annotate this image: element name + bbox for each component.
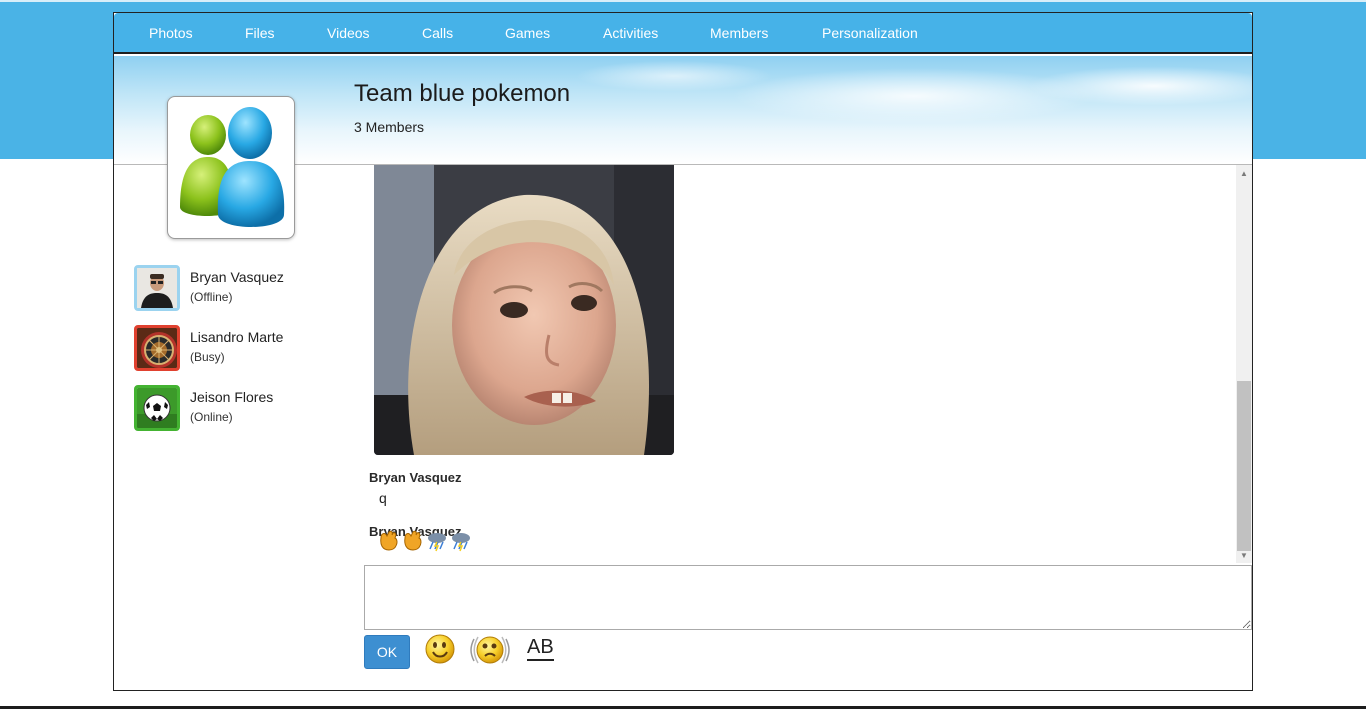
- send-ok-button[interactable]: OK: [364, 635, 410, 669]
- waving-hands-icon: [404, 530, 422, 551]
- top-edge: [0, 0, 1366, 2]
- nav-activities[interactable]: Activities: [603, 25, 658, 41]
- chat-scrollbar[interactable]: ▲ ▼: [1236, 165, 1252, 563]
- message-emoticons: [379, 530, 475, 552]
- contact-item[interactable]: Lisandro Marte (Busy): [134, 325, 354, 373]
- nav-photos[interactable]: Photos: [149, 25, 193, 41]
- scroll-thumb[interactable]: [1237, 381, 1251, 551]
- contact-name: Bryan Vasquez: [190, 269, 284, 285]
- nav-members[interactable]: Members: [710, 25, 768, 41]
- contact-name: Lisandro Marte: [190, 329, 284, 345]
- top-nav: Photos Files Videos Calls Games Activiti…: [114, 13, 1252, 54]
- soccer-ball-icon: [134, 385, 180, 431]
- nav-games[interactable]: Games: [505, 25, 550, 41]
- nav-personalization[interactable]: Personalization: [822, 25, 918, 41]
- font-style-button[interactable]: AB: [527, 636, 554, 661]
- group-avatar[interactable]: [167, 96, 295, 239]
- nav-calls[interactable]: Calls: [422, 25, 453, 41]
- nudge-button[interactable]: [470, 633, 510, 672]
- contact-item[interactable]: Bryan Vasquez (Offline): [134, 265, 354, 313]
- scroll-up-icon[interactable]: ▲: [1236, 167, 1252, 181]
- nav-videos[interactable]: Videos: [327, 25, 370, 41]
- waving-hands-icon: [380, 530, 398, 551]
- chat-history[interactable]: Bryan Vasquez q Bryan Vasquez: [364, 165, 1252, 563]
- contact-status: (Online): [190, 410, 233, 424]
- group-chat-window: Photos Files Videos Calls Games Activiti…: [113, 12, 1253, 691]
- child-photo-icon[interactable]: [374, 165, 674, 455]
- message-input[interactable]: [364, 565, 1252, 630]
- contact-name: Jeison Flores: [190, 389, 274, 405]
- roulette-icon: [134, 325, 180, 371]
- nudge-icon: [470, 636, 510, 664]
- message-text: q: [379, 490, 387, 506]
- messenger-people-icon: [180, 107, 285, 227]
- message-sender: Bryan Vasquez: [369, 470, 462, 485]
- nav-files[interactable]: Files: [245, 25, 275, 41]
- contact-status: (Busy): [190, 350, 225, 364]
- member-count[interactable]: 3 Members: [354, 119, 424, 135]
- storm-cloud-icon: [452, 533, 470, 552]
- smiley-icon: [425, 634, 455, 664]
- scroll-down-icon[interactable]: ▼: [1236, 549, 1252, 563]
- storm-cloud-icon: [428, 533, 446, 552]
- emoticon-button[interactable]: [424, 633, 456, 670]
- man-photo-icon: [134, 265, 180, 311]
- group-title: Team blue pokemon: [354, 80, 571, 107]
- contact-item[interactable]: Jeison Flores (Online): [134, 385, 354, 433]
- contact-status: (Offline): [190, 290, 233, 304]
